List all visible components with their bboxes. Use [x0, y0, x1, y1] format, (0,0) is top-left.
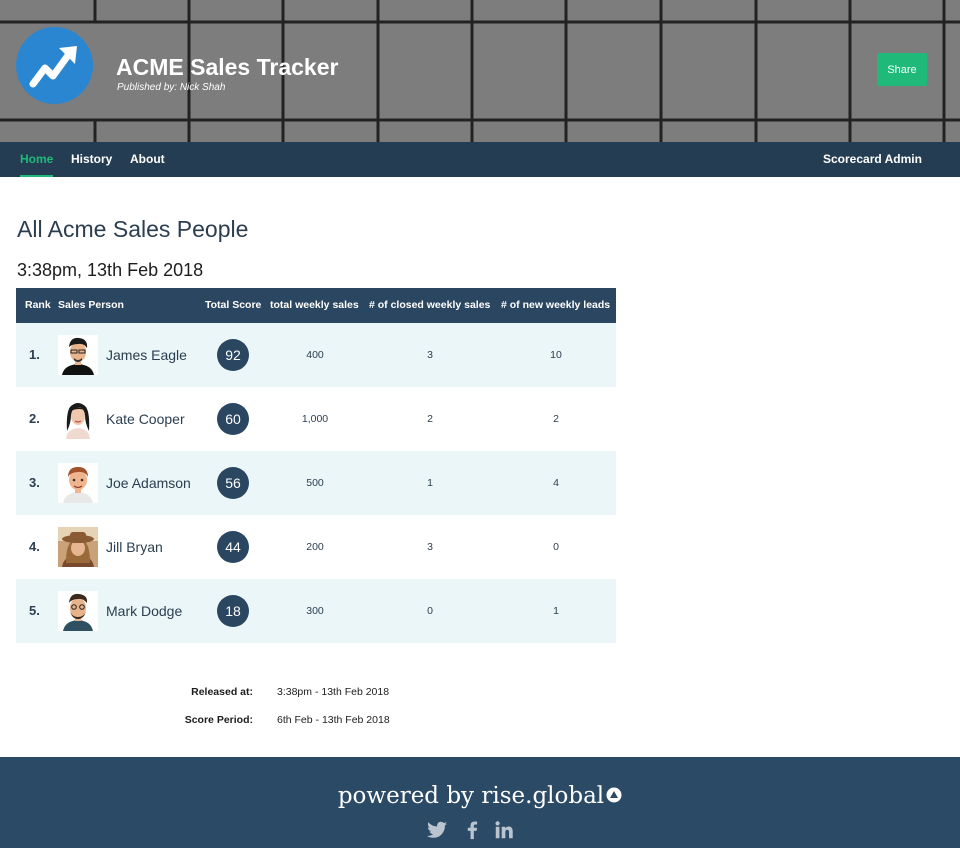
published-by: Published by: Nick Shah — [117, 82, 226, 93]
powered-by-text: powered by rise.global — [337, 783, 605, 809]
header-weekly-sales: total weekly sales — [270, 299, 359, 311]
score-badge: 56 — [217, 467, 249, 499]
table-header: Rank Sales Person Total Score total week… — [16, 288, 616, 323]
nav-history[interactable]: History — [71, 142, 112, 177]
header-new-leads: # of new weekly leads — [501, 299, 611, 311]
new-leads-cell: 4 — [553, 477, 559, 489]
page-title: All Acme Sales People — [17, 216, 249, 242]
header-rank: Rank — [25, 299, 51, 311]
rank-cell: 3. — [29, 475, 40, 490]
score-badge: 44 — [217, 531, 249, 563]
facebook-icon[interactable] — [461, 819, 483, 841]
twitter-icon[interactable] — [426, 819, 448, 841]
avatar — [58, 335, 98, 375]
person-name[interactable]: Mark Dodge — [106, 579, 182, 643]
released-label: Released at: — [191, 686, 253, 698]
released-value: 3:38pm - 13th Feb 2018 — [277, 686, 390, 698]
main-nav: Home History About Scorecard Admin — [0, 142, 960, 177]
rank-cell: 2. — [29, 411, 40, 426]
closed-sales-cell: 0 — [427, 605, 433, 617]
table-row[interactable]: 1. James Eagle 92 400 3 10 — [16, 323, 616, 387]
rank-cell: 1. — [29, 347, 40, 362]
rise-logo-icon — [606, 783, 622, 809]
nav-about[interactable]: About — [130, 142, 165, 177]
leaderboard-table: Rank Sales Person Total Score total week… — [16, 288, 616, 643]
nav-home[interactable]: Home — [20, 142, 54, 177]
weekly-sales-cell: 500 — [306, 477, 324, 489]
table-row[interactable]: 5. Mark Dodge 18 300 0 1 — [16, 579, 616, 643]
score-period-value: 6th Feb - 13th Feb 2018 — [277, 714, 390, 726]
avatar — [58, 591, 98, 631]
weekly-sales-cell: 400 — [306, 349, 324, 361]
avatar — [58, 399, 98, 439]
table-row[interactable]: 2. Kate Cooper 60 1,000 2 2 — [16, 387, 616, 451]
header-sales-person: Sales Person — [58, 299, 124, 311]
closed-sales-cell: 2 — [427, 413, 433, 425]
person-name[interactable]: Joe Adamson — [106, 451, 191, 515]
trend-up-icon — [29, 45, 77, 87]
score-badge: 18 — [217, 595, 249, 627]
closed-sales-cell: 3 — [427, 541, 433, 553]
weekly-sales-cell: 200 — [306, 541, 324, 553]
person-name[interactable]: Kate Cooper — [106, 387, 185, 451]
table-row[interactable]: 3. Joe Adamson 56 500 1 4 — [16, 451, 616, 515]
weekly-sales-cell: 300 — [306, 605, 324, 617]
person-name[interactable]: Jill Bryan — [106, 515, 163, 579]
new-leads-cell: 2 — [553, 413, 559, 425]
weekly-sales-cell: 1,000 — [301, 413, 329, 425]
score-badge: 60 — [217, 403, 249, 435]
table-row[interactable]: 4. Jill Bryan 44 200 3 0 — [16, 515, 616, 579]
powered-by-link[interactable]: powered by rise.global — [0, 783, 960, 809]
app-logo[interactable] — [16, 27, 93, 104]
footer: powered by rise.global — [0, 757, 960, 848]
new-leads-cell: 0 — [553, 541, 559, 553]
page-timestamp: 3:38pm, 13th Feb 2018 — [17, 260, 204, 280]
avatar — [58, 463, 98, 503]
new-leads-cell: 10 — [550, 349, 562, 361]
header-banner: ACME Sales Tracker Published by: Nick Sh… — [0, 0, 960, 142]
header-total-score: Total Score — [205, 299, 262, 311]
rank-cell: 5. — [29, 603, 40, 618]
closed-sales-cell: 3 — [427, 349, 433, 361]
score-badge: 92 — [217, 339, 249, 371]
share-button[interactable]: Share — [877, 53, 927, 86]
linkedin-icon[interactable] — [493, 819, 515, 841]
header-closed-sales: # of closed weekly sales — [369, 299, 491, 311]
score-period-label: Score Period: — [184, 714, 253, 726]
person-name[interactable]: James Eagle — [106, 323, 187, 387]
avatar — [58, 527, 98, 567]
new-leads-cell: 1 — [553, 605, 559, 617]
closed-sales-cell: 1 — [427, 477, 433, 489]
app-title: ACME Sales Tracker — [116, 54, 339, 80]
nav-scorecard-admin[interactable]: Scorecard Admin — [823, 142, 922, 177]
rank-cell: 4. — [29, 539, 40, 554]
